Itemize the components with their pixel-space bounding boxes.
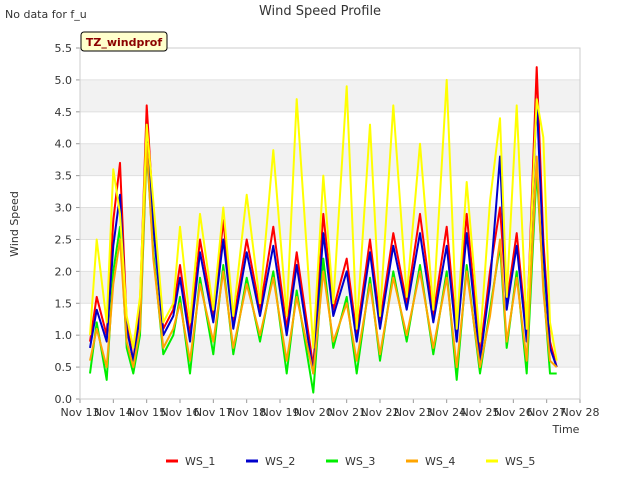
grid-band xyxy=(80,79,580,112)
x-axis-label: Time xyxy=(552,423,580,436)
grid-band xyxy=(80,335,580,368)
y-tick-label: 1.5 xyxy=(55,297,73,310)
chart-title: Wind Speed Profile xyxy=(259,4,381,19)
y-tick-label: 2.5 xyxy=(55,233,73,246)
grid-band xyxy=(80,143,580,176)
legend-label: WS_2 xyxy=(265,455,295,468)
badge: TZ_windprof xyxy=(80,31,168,52)
legend-label: WS_1 xyxy=(185,455,215,468)
legend-label: WS_3 xyxy=(345,455,375,468)
y-axis: 0.0 0.5 1.0 1.5 2.0 2.5 3.0 3.5 4.0 4.5 5.0 5.5 xyxy=(55,42,80,406)
badge-label: TZ_windprof xyxy=(86,36,162,49)
legend: WS_1 WS_2 WS_3 WS_4 WS_5 xyxy=(166,455,535,468)
y-tick-label: 5.5 xyxy=(55,42,73,55)
legend-label: WS_4 xyxy=(425,455,455,468)
y-tick-label: 2.0 xyxy=(55,265,73,278)
y-tick-label: 3.0 xyxy=(55,202,73,215)
y-tick-label: 0.5 xyxy=(55,361,73,374)
y-tick-label: 1.0 xyxy=(55,329,73,342)
legend-label: WS_5 xyxy=(505,455,535,468)
x-axis: Nov 13Nov 14Nov 15Nov 16Nov 17Nov 18Nov … xyxy=(61,399,600,419)
wind-speed-chart: 0.0 0.5 1.0 1.5 2.0 2.5 3.0 3.5 4.0 4.5 5.0 5.5 Nov… xyxy=(5,4,600,468)
y-axis-label: Wind Speed xyxy=(8,191,21,257)
y-tick-label: 4.5 xyxy=(55,106,73,119)
y-tick-label: 0.0 xyxy=(55,393,73,406)
no-data-note: No data for f_u xyxy=(5,8,87,21)
y-tick-label: 3.5 xyxy=(55,170,73,183)
x-tick-label: Nov 28 xyxy=(561,406,600,419)
y-tick-label: 4.0 xyxy=(55,138,73,151)
y-tick-label: 5.0 xyxy=(55,74,73,87)
